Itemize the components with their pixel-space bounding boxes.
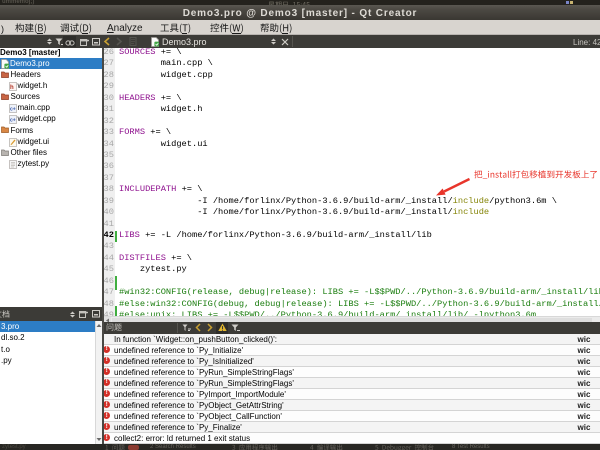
- svg-text:c+: c+: [10, 118, 16, 124]
- svg-text:h: h: [10, 85, 14, 91]
- svg-text:c+: c+: [10, 107, 16, 113]
